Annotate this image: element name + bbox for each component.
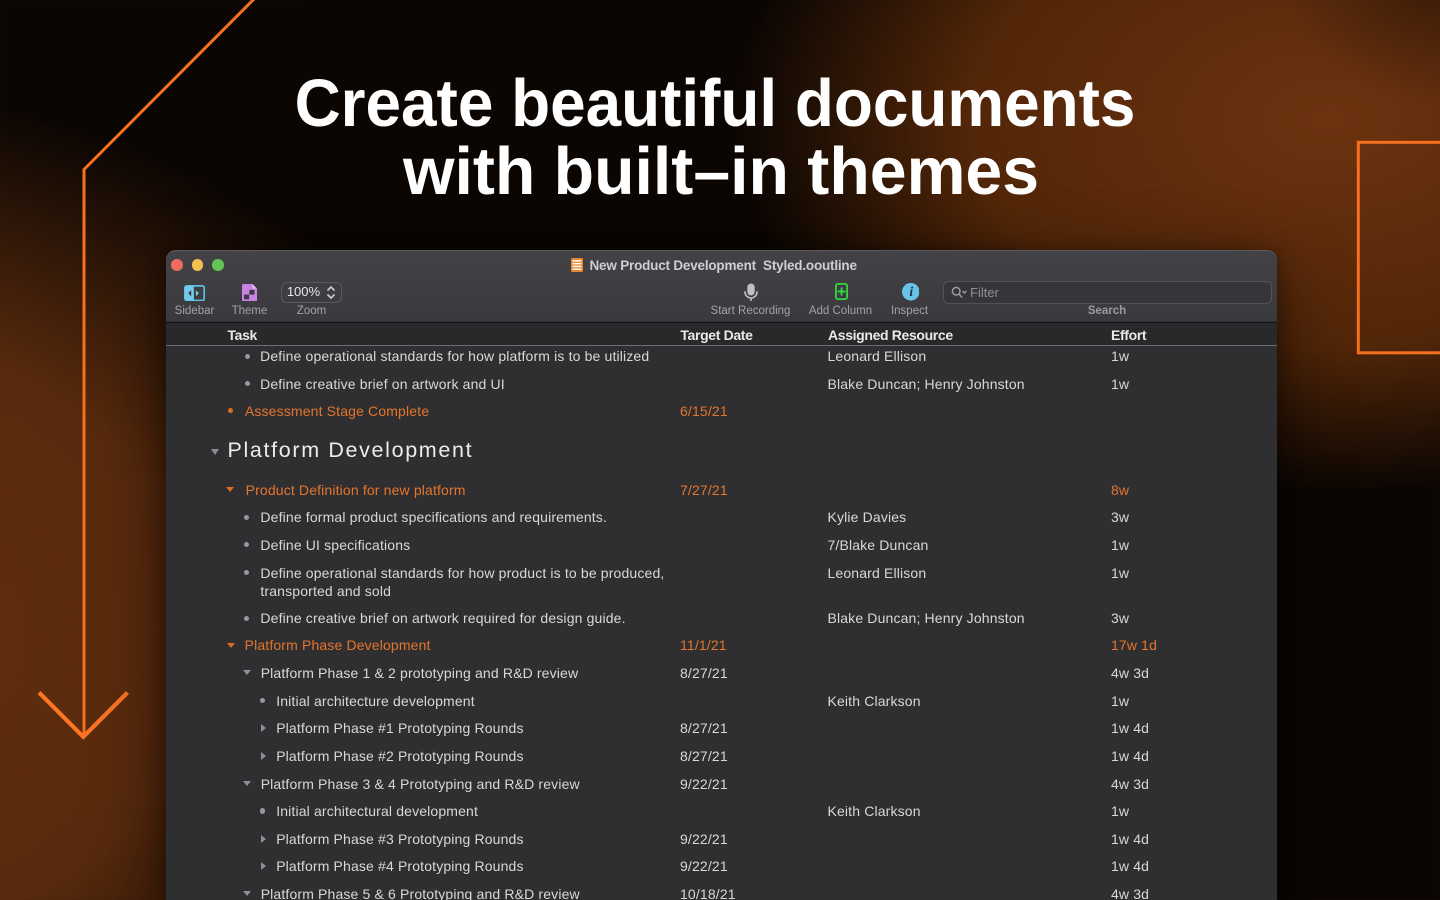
svg-text:i: i bbox=[909, 284, 913, 299]
